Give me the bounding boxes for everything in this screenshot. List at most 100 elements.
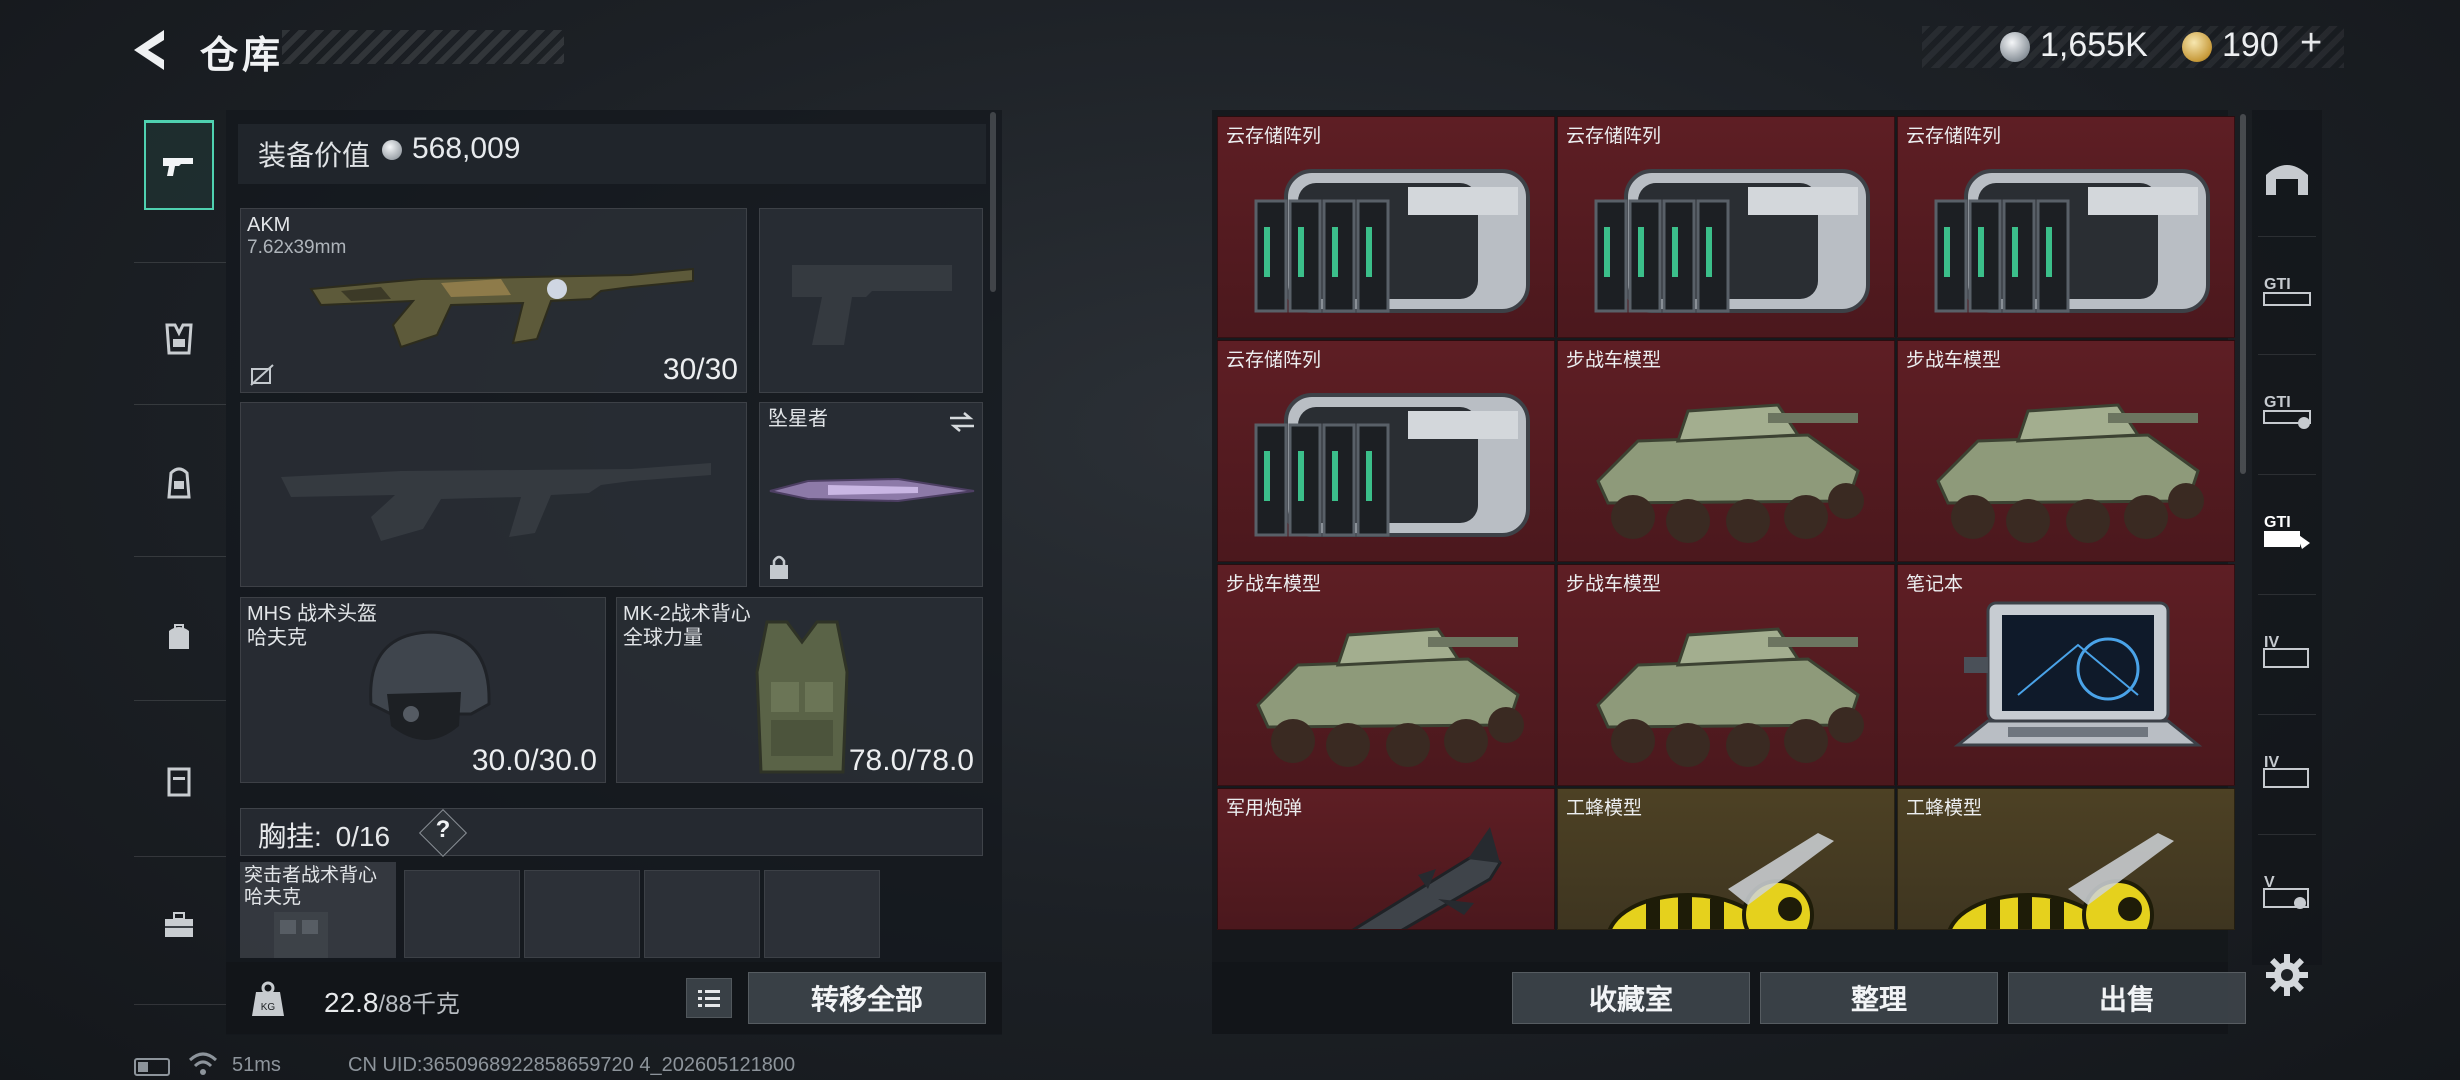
storage-scrollbar[interactable]: [2240, 114, 2246, 474]
secondary-weapon-slot[interactable]: [240, 402, 747, 587]
lock-icon: [770, 555, 788, 579]
chest-grid-cell[interactable]: [644, 870, 760, 958]
category-chest-rig[interactable]: [144, 294, 214, 384]
category-toolbox[interactable]: [144, 880, 214, 970]
swap-icon[interactable]: [948, 411, 976, 433]
storage-item[interactable]: 云存储阵列: [1557, 116, 1895, 338]
home-base-icon: [2266, 165, 2308, 195]
container-tab[interactable]: IV: [2258, 620, 2316, 678]
organize-button[interactable]: 整理: [1760, 972, 1998, 1024]
back-arrow-icon[interactable]: [130, 26, 176, 74]
storage-item[interactable]: 军用炮弹: [1217, 788, 1555, 930]
category-weapons[interactable]: [144, 120, 214, 210]
coin-icon: [382, 140, 402, 160]
server-icon: [1594, 169, 1870, 313]
container-tab[interactable]: GTI: [2258, 262, 2316, 320]
add-currency-button[interactable]: +: [2300, 22, 2322, 65]
pistol-slot[interactable]: [759, 208, 983, 393]
container-tab[interactable]: GTI: [2258, 380, 2316, 438]
armor-name: MK-2战术背心: [623, 603, 751, 625]
chest-label-text: 胸挂:: [258, 821, 322, 852]
item-name: 军用炮弹: [1226, 798, 1303, 819]
help-icon: ?: [435, 816, 451, 843]
melee-slot[interactable]: 坠星者: [759, 402, 983, 587]
melee-name: 坠星者: [768, 408, 828, 430]
armor-slot[interactable]: MK-2战术背心 全球力量 78.0/78.0: [616, 597, 983, 783]
rail-divider: [134, 556, 226, 557]
helmet-brand: 哈夫克: [247, 627, 307, 649]
gti-container-1-icon: GTI: [2263, 276, 2311, 306]
weight-display: 22.8/88千克: [324, 984, 460, 1019]
item-name: 步战车模型: [1226, 574, 1322, 595]
rig-slot[interactable]: 突击者战术背心 哈夫克: [240, 862, 396, 958]
uid-text: CN UID:3650968922858659720 4_20260512180…: [348, 1054, 796, 1076]
category-bag[interactable]: [144, 592, 214, 682]
rifle-silhouette-icon: [281, 463, 711, 541]
iv-container-1-icon: IV: [2263, 634, 2309, 668]
rail-divider: [134, 1004, 226, 1005]
no-attachment-icon: [250, 364, 274, 386]
rail-divider: [2258, 594, 2316, 595]
storage-item[interactable]: 工蜂模型: [1897, 788, 2235, 930]
rail-divider: [2258, 714, 2316, 715]
storage-item[interactable]: 云存储阵列: [1217, 116, 1555, 338]
item-name: 工蜂模型: [1566, 798, 1643, 819]
case-icon: [167, 767, 191, 797]
rail-divider: [2258, 236, 2316, 237]
rail-divider: [134, 404, 226, 405]
storage-item[interactable]: 步战车模型: [1557, 564, 1895, 786]
category-case[interactable]: [144, 736, 214, 826]
rig-icon: [274, 912, 328, 958]
container-tab[interactable]: IV: [2258, 740, 2316, 798]
chest-rig-icon: [165, 323, 193, 355]
ping-text: 51ms: [232, 1054, 281, 1076]
rail-divider: [134, 700, 226, 701]
container-tab[interactable]: V: [2258, 860, 2316, 918]
svg-text:GTI: GTI: [2264, 394, 2291, 411]
armor-brand: 全球力量: [623, 627, 703, 649]
storage-item[interactable]: 云存储阵列: [1897, 116, 2235, 338]
gti-container-2-icon: GTI: [2263, 394, 2311, 429]
laptop-icon: [1953, 601, 2203, 747]
rail-divider: [2258, 354, 2316, 355]
helmet-icon: [369, 630, 491, 740]
storage-item[interactable]: 步战车模型: [1217, 564, 1555, 786]
item-name: 步战车模型: [1906, 350, 2002, 371]
item-name: 云存储阵列: [1226, 350, 1322, 371]
storage-item[interactable]: 工蜂模型: [1557, 788, 1895, 930]
category-backpack[interactable]: [144, 438, 214, 528]
storage-item[interactable]: 云存储阵列: [1217, 340, 1555, 562]
container-tab[interactable]: GTI: [2258, 500, 2316, 558]
chest-grid-cell[interactable]: [764, 870, 880, 958]
svg-text:KG: KG: [261, 1002, 276, 1013]
title-decoration: [282, 30, 564, 64]
chest-grid-cell[interactable]: [524, 870, 640, 958]
item-name: 步战车模型: [1566, 574, 1662, 595]
gear-icon[interactable]: [2262, 950, 2312, 1000]
storage-item[interactable]: 笔记本: [1897, 564, 2235, 786]
rail-divider: [2258, 474, 2316, 475]
equipment-scrollbar[interactable]: [990, 112, 996, 292]
page-title: 仓库: [200, 35, 285, 77]
item-name: 云存储阵列: [1226, 126, 1322, 147]
battery-level: [138, 1062, 148, 1072]
primary-weapon-slot[interactable]: AKM 7.62x39mm 30/30: [240, 208, 747, 393]
container-tab[interactable]: [2258, 150, 2316, 208]
helmet-slot[interactable]: MHS 战术头盔 哈夫克 30.0/30.0: [240, 597, 606, 783]
server-icon: [1254, 169, 1530, 313]
storage-item[interactable]: 步战车模型: [1557, 340, 1895, 562]
transfer-all-button[interactable]: 转移全部: [748, 972, 986, 1024]
bee-icon: [1607, 833, 1834, 929]
server-icon: [1934, 169, 2210, 313]
gti-container-3-icon: GTI: [2264, 514, 2310, 549]
list-view-button[interactable]: [686, 978, 732, 1018]
collection-room-button[interactable]: 收藏室: [1512, 972, 1750, 1024]
rail-divider: [134, 856, 226, 857]
equipment-value: 568,009: [412, 132, 521, 165]
sell-button[interactable]: 出售: [2008, 972, 2246, 1024]
list-icon: [698, 990, 720, 1007]
storage-item[interactable]: 步战车模型: [1897, 340, 2235, 562]
item-name: 步战车模型: [1566, 350, 1662, 371]
akm-rifle-icon: [309, 267, 694, 349]
chest-grid-cell[interactable]: [404, 870, 520, 958]
